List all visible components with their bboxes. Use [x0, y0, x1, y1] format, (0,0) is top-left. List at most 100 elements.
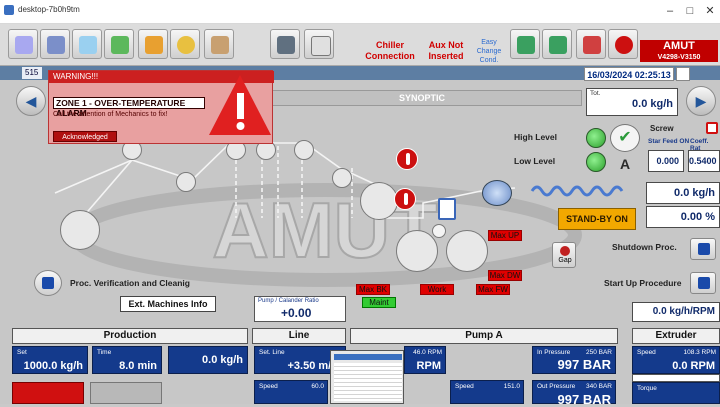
extruder-screw-icon [530, 185, 624, 197]
window-title: desktop-7b0h9tm [18, 5, 80, 14]
pump-inlet-pressure-box: In Pressure 250 BAR 997 BAR [532, 346, 616, 374]
proc-verification-label: Proc. Verification and Cleanig [70, 278, 190, 288]
tools-icon [111, 36, 129, 54]
shutdown-icon [698, 243, 710, 255]
startup-procedure-label: Start Up Procedure [604, 278, 682, 288]
outlet-pressure-max: 340 BAR [585, 383, 612, 390]
inlet-pressure-value: 997 BAR [557, 357, 611, 372]
screw-label: Screw [650, 124, 674, 133]
shutdown-button[interactable] [690, 238, 716, 260]
max-fw-indicator: Max FW [476, 284, 510, 295]
alarm-zone-text: ZONE 1 - OVER-TEMPERATURE ALARM [53, 97, 205, 118]
outlet-pressure-label: Out Pressure [537, 383, 576, 390]
thermometer-icon [615, 36, 633, 54]
zone-temp-alarm-icon[interactable] [396, 148, 418, 170]
pump-rpm-value: RPM [416, 360, 441, 372]
extruder-speed-box: Speed 108.3 RPM 0.0 RPM [632, 346, 720, 374]
temperature-button[interactable] [608, 29, 638, 59]
kgh-rpm-value: 0.0 kg/h/RPM [632, 302, 720, 322]
mosque-button-2[interactable] [542, 29, 572, 59]
building-icon [517, 36, 535, 54]
close-icon[interactable]: ✕ [702, 4, 718, 18]
alarm-message: Call the attention of Mechanics to fix! [53, 111, 168, 118]
roller-3 [176, 172, 196, 192]
work-indicator: Work [420, 284, 454, 295]
clean-button[interactable] [72, 29, 102, 59]
mosque-button-1[interactable] [510, 29, 540, 59]
easy-change-status: Easy Change Cond. [476, 39, 502, 64]
inlet-pressure-max: 250 BAR [585, 349, 612, 356]
extruder-torque-label: Torque [637, 385, 657, 392]
extruder-speed-max: 108.3 RPM [683, 349, 716, 356]
screw-stop-icon[interactable] [706, 122, 718, 134]
synoptic-title: SYNOPTIC [262, 90, 582, 106]
shutdown-procedure-label: Shutdown Proc. [612, 242, 677, 252]
total-flow-value: 0.0 kg/h [632, 98, 673, 110]
minimize-icon[interactable]: – [662, 4, 678, 18]
production-actual-value: 0.0 kg/h [202, 354, 243, 366]
clean-icon [79, 36, 97, 54]
amut-logo: AMUT V4298-V3150 [640, 40, 718, 62]
standby-indicator[interactable]: STAND-BY ON [558, 208, 636, 230]
warning-icon [209, 75, 271, 135]
thumbnail-content [334, 363, 402, 401]
maximize-icon[interactable]: □ [682, 4, 698, 18]
app-icon [4, 5, 14, 15]
production-alarm-bar [12, 382, 84, 404]
calculator-button[interactable] [304, 29, 334, 59]
line-speed-box: Speed 60.0 [254, 380, 328, 404]
taskbar-thumbnail[interactable] [330, 350, 404, 404]
roller-6 [294, 140, 314, 160]
chart-button[interactable] [138, 29, 168, 59]
coins-button[interactable] [170, 29, 200, 59]
home-button[interactable] [8, 29, 38, 59]
gap-button[interactable]: Gap [552, 242, 576, 268]
checkmark-icon[interactable]: ✔ [610, 124, 640, 152]
tools-button[interactable] [104, 29, 134, 59]
maint-indicator: Maint [362, 297, 396, 308]
gap-icon [560, 246, 570, 256]
production-gray-bar [90, 382, 162, 404]
extruder-flow-value: 0.0 kg/h [646, 182, 720, 204]
keyboard-icon [277, 36, 295, 54]
max-bk-indicator: Max BK [356, 284, 390, 295]
extruder-panel-header: Extruder [632, 328, 720, 344]
coeff-ratio-value[interactable]: 0.5400 [688, 150, 720, 172]
die-icon [438, 198, 456, 220]
startup-button[interactable] [690, 272, 716, 294]
outlet-pressure-value: 997 BAR [557, 392, 611, 407]
settings-button[interactable] [40, 29, 70, 59]
hopper-letter: A [620, 156, 631, 172]
acknowledge-button[interactable]: Acknowledged [53, 131, 117, 142]
zone-temp-icon[interactable] [394, 188, 416, 210]
pump-rpm-max: 46.0 RPM [413, 349, 442, 356]
total-flow-box: Tot. 0.0 kg/h [586, 88, 678, 116]
settings-icon [47, 36, 65, 54]
proc-verification-button[interactable] [34, 270, 62, 296]
chiller-status: Chiller Connection [365, 40, 415, 61]
ext-machines-info-button[interactable]: Ext. Machines Info [120, 296, 216, 312]
extruder-pct-value: 0.00 % [646, 206, 720, 228]
star-feed-value[interactable]: 0.000 [648, 150, 684, 172]
keyboard-button[interactable] [270, 29, 300, 59]
model-label: V4298-V3150 [657, 54, 701, 61]
high-level-led [586, 128, 606, 148]
production-set-value: 1000.0 kg/h [23, 360, 83, 372]
edit-button[interactable] [576, 29, 606, 59]
star-feed-label: Star Feed ON [648, 138, 690, 145]
window-titlebar: desktop-7b0h9tm – □ ✕ [0, 0, 720, 24]
recipe-button[interactable] [204, 29, 234, 59]
thumbnail-header [334, 354, 402, 360]
extruder-speed-value: 0.0 RPM [672, 360, 715, 372]
pump-outlet-pressure-box: Out Pressure 340 BAR 997 BAR [532, 380, 616, 407]
next-page-button[interactable]: ▶ [686, 86, 716, 116]
coins-icon [177, 36, 195, 54]
production-time-box[interactable]: Time 8.0 min [92, 346, 162, 374]
production-set-box[interactable]: Set 1000.0 kg/h [12, 346, 88, 374]
pump-panel-header: Pump A [350, 328, 618, 344]
datetime-display: 16/03/2024 02:25:13 [584, 67, 674, 81]
high-level-label: High Level [514, 132, 557, 142]
calender-roll-left [396, 230, 438, 272]
roller-7 [332, 168, 352, 188]
total-flow-label: Tot. [590, 90, 601, 97]
